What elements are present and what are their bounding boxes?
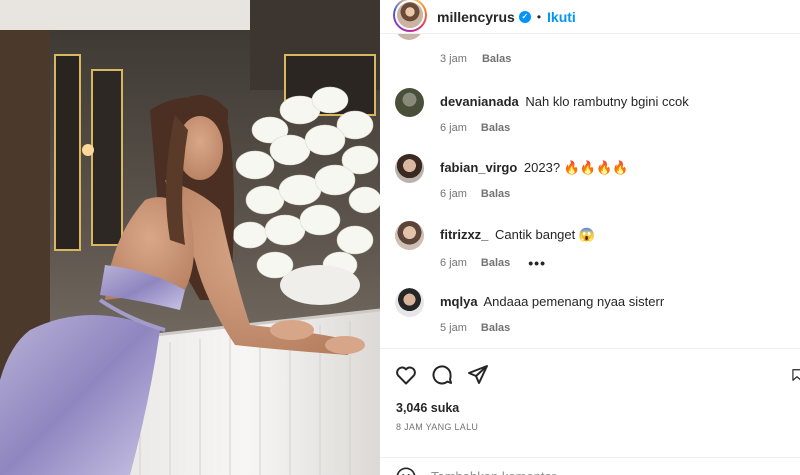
comment-text-row: fabian_virgo 2023? 🔥🔥🔥🔥	[440, 160, 780, 176]
add-comment-bar	[380, 457, 800, 475]
post-header: millencyrus ✓ • Ikuti	[380, 0, 800, 34]
likes-count[interactable]: 3,046 suka	[396, 401, 459, 415]
reply-button[interactable]: Balas	[481, 188, 510, 200]
post-time-ago: 8 JAM YANG LALU	[396, 422, 479, 432]
comment-meta: 6 jam Balas •••	[440, 255, 560, 271]
commenter-avatar[interactable]	[395, 88, 424, 117]
partial-comment-avatar	[395, 34, 423, 40]
follow-button[interactable]: Ikuti	[547, 9, 576, 25]
separator-dot: •	[536, 9, 542, 24]
heart-icon[interactable]	[394, 363, 418, 387]
verified-icon: ✓	[518, 10, 531, 23]
commenter-avatar[interactable]	[395, 154, 424, 183]
reply-button[interactable]: Balas	[482, 53, 511, 65]
reply-button[interactable]: Balas	[481, 322, 510, 334]
comment-text: Nah klo rambutny bgini ccok	[525, 94, 689, 109]
commenter-username[interactable]: mqlya	[440, 294, 478, 309]
post-side-panel: millencyrus ✓ • Ikuti 3 jam Balas devani…	[380, 0, 800, 475]
comment-time: 5 jam	[440, 322, 467, 334]
author-username[interactable]: millencyrus	[437, 9, 515, 25]
commenter-username[interactable]: fabian_virgo	[440, 160, 517, 175]
commenter-username[interactable]: devanianada	[440, 94, 519, 109]
comment-text-row: devanianada Nah klo rambutny bgini ccok	[440, 94, 780, 110]
comment-icon[interactable]	[430, 363, 454, 387]
comment-time: 3 jam	[440, 53, 467, 65]
comment-text: Cantik banget	[495, 227, 576, 242]
comment-meta: 6 jam Balas	[440, 188, 524, 200]
comment-meta: 6 jam Balas	[440, 122, 524, 134]
comment-text-row: mqlya Andaaa pemenang nyaa sisterr	[440, 294, 780, 310]
more-options-icon[interactable]: •••	[528, 255, 546, 271]
comment-text-row: fitrizxz_ Cantik banget 😱	[440, 227, 780, 243]
reply-button[interactable]: Balas	[481, 122, 510, 134]
bookmark-icon[interactable]	[790, 363, 800, 387]
partial-comment-meta: 3 jam Balas	[440, 53, 523, 65]
comment-time: 6 jam	[440, 122, 467, 134]
comment-meta: 5 jam Balas	[440, 322, 524, 334]
author-avatar[interactable]	[393, 0, 427, 32]
post-actions: 3,046 suka 8 JAM YANG LALU	[380, 348, 800, 475]
commenter-avatar[interactable]	[395, 288, 424, 317]
emoji: 😱	[578, 227, 596, 242]
comment-text: 2023?	[523, 160, 561, 175]
comment-input[interactable]	[431, 469, 731, 475]
commenter-username[interactable]: fitrizxz_	[440, 227, 488, 242]
comment-text: Andaaa pemenang nyaa sisterr	[483, 294, 665, 309]
emoji-icon[interactable]	[395, 466, 417, 475]
fire-emoji: 🔥🔥🔥🔥	[563, 160, 629, 175]
reply-button[interactable]: Balas	[481, 257, 510, 269]
comments-list[interactable]: 3 jam Balas devanianada Nah klo rambutny…	[380, 34, 800, 348]
share-icon[interactable]	[466, 363, 490, 387]
commenter-avatar[interactable]	[395, 221, 424, 250]
comment-time: 6 jam	[440, 257, 467, 269]
comment-time: 6 jam	[440, 188, 467, 200]
post-photo[interactable]	[0, 0, 380, 475]
photo-illustration	[0, 0, 380, 475]
